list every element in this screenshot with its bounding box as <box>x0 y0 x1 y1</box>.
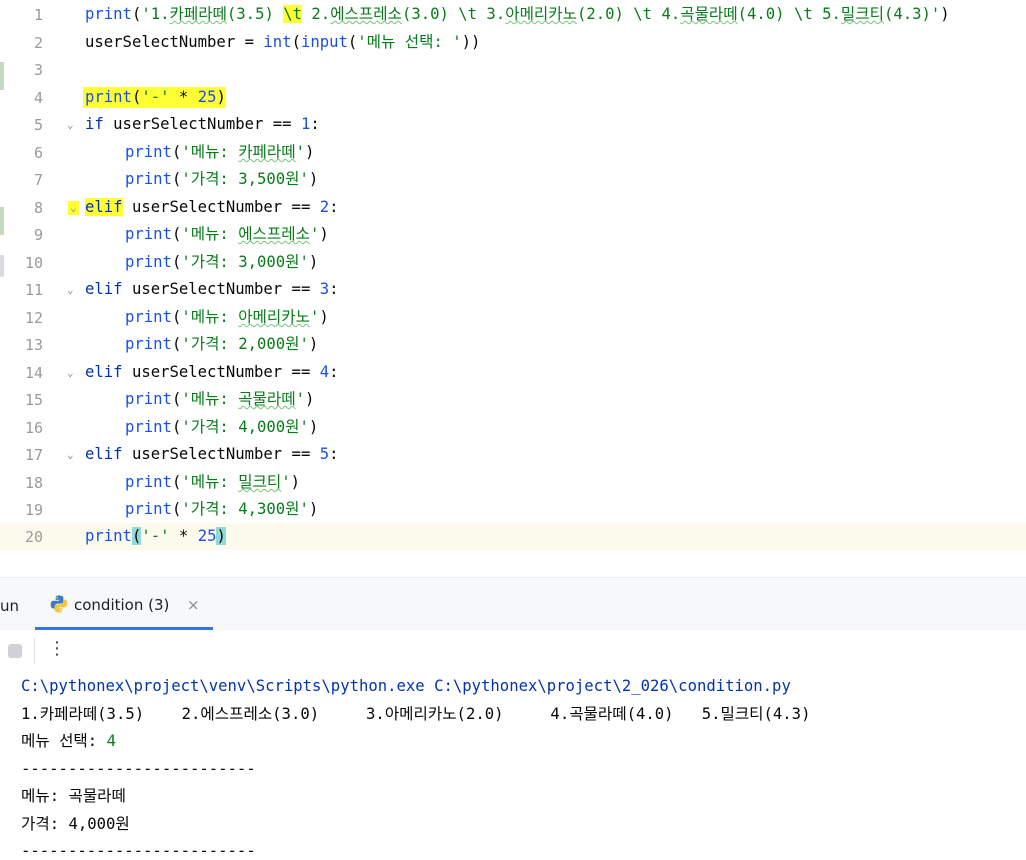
stop-icon[interactable] <box>8 644 22 658</box>
line-number: 2 <box>33 34 43 52</box>
console-output-line: ------------------------- <box>21 760 256 778</box>
console-prompt: 메뉴 선택: <box>21 732 107 750</box>
code-text[interactable]: print('-' * 25) <box>83 87 226 108</box>
line-number: 1 <box>33 6 43 24</box>
line-number: 11 <box>24 281 43 299</box>
code-text[interactable]: elif userSelectNumber == 5: <box>85 444 339 465</box>
code-line[interactable]: 8 ⌄ elif userSelectNumber == 2: <box>0 194 1026 221</box>
code-line[interactable]: 2 userSelectNumber = int(input('메뉴 선택: '… <box>0 29 1026 56</box>
line-number: 12 <box>24 309 43 327</box>
line-number: 20 <box>24 528 43 546</box>
line-number: 6 <box>33 144 43 162</box>
code-text[interactable]: print('메뉴: 곡물라떼') <box>125 389 314 410</box>
code-line[interactable]: 7 print('가격: 3,500원') <box>0 166 1026 193</box>
close-icon[interactable]: × <box>187 596 200 614</box>
console-user-input: 4 <box>106 732 116 750</box>
code-line[interactable]: 3 <box>0 56 1026 83</box>
code-line[interactable]: 13 print('가격: 2,000원') <box>0 331 1026 358</box>
code-text[interactable]: print('가격: 3,500원') <box>125 169 318 190</box>
line-number: 16 <box>24 419 43 437</box>
code-text[interactable]: print('1.카페라떼(3.5) \t 2.에스프레소(3.0) \t 3.… <box>85 4 950 25</box>
code-text[interactable]: print('메뉴: 에스프레소') <box>125 224 329 245</box>
code-line[interactable]: 16 print('가격: 4,000원') <box>0 414 1026 441</box>
code-text[interactable]: if userSelectNumber == 1: <box>85 114 320 135</box>
code-line[interactable]: 12 print('메뉴: 아메리카노') <box>0 304 1026 331</box>
code-text[interactable]: elif userSelectNumber == 4: <box>85 362 339 383</box>
fold-chevron-icon[interactable]: ⌄ <box>67 283 74 297</box>
tab-label: condition (3) <box>74 596 170 614</box>
console-command-line: C:\pythonex\project\venv\Scripts\python.… <box>21 677 791 695</box>
console-output-line: 메뉴: 곡물라떼 <box>21 787 126 805</box>
line-number: 10 <box>24 254 43 272</box>
run-toolbar: ⋮ <box>0 630 1026 671</box>
console-output-line: 1.카페라떼(3.5) 2.에스프레소(3.0) 3.아메리카노(2.0) 4.… <box>21 705 811 723</box>
code-line[interactable]: 6 print('메뉴: 카페라떼') <box>0 139 1026 166</box>
line-number: 19 <box>24 501 43 519</box>
code-text[interactable]: print('가격: 2,000원') <box>125 334 318 355</box>
run-tool-window-title[interactable]: un <box>0 597 19 615</box>
code-line[interactable]: 9 print('메뉴: 에스프레소') <box>0 221 1026 248</box>
fold-chevron-icon[interactable]: ⌄ <box>67 118 74 132</box>
code-line[interactable]: 10 print('가격: 3,000원') <box>0 249 1026 276</box>
code-text[interactable]: elif userSelectNumber == 2: <box>85 197 339 218</box>
code-line[interactable]: 15 print('메뉴: 곡물라떼') <box>0 386 1026 413</box>
code-editor[interactable]: 1 print('1.카페라떼(3.5) \t 2.에스프레소(3.0) \t … <box>0 0 1026 577</box>
console-output-line: ------------------------- <box>21 842 256 860</box>
line-number: 15 <box>24 391 43 409</box>
code-text[interactable]: userSelectNumber = int(input('메뉴 선택: ')) <box>85 32 480 53</box>
code-text[interactable]: print('메뉴: 카페라떼') <box>125 142 314 163</box>
line-number: 13 <box>24 336 43 354</box>
code-line[interactable]: 14 ⌄ elif userSelectNumber == 4: <box>0 359 1026 386</box>
run-console-output[interactable]: C:\pythonex\project\venv\Scripts\python.… <box>0 671 1026 860</box>
console-output-line: 가격: 4,000원 <box>21 815 130 833</box>
code-line[interactable]: 18 print('메뉴: 밀크티') <box>0 469 1026 496</box>
run-tool-window-header: un condition (3) × <box>0 577 1026 630</box>
line-number: 8 <box>33 199 43 217</box>
line-number: 14 <box>24 364 43 382</box>
code-text[interactable]: print('가격: 4,300원') <box>125 499 318 520</box>
code-line[interactable]: 11 ⌄ elif userSelectNumber == 3: <box>0 276 1026 303</box>
console-input-line: 메뉴 선택: 4 <box>21 731 116 752</box>
code-text[interactable]: print('메뉴: 밀크티') <box>125 472 300 493</box>
code-line[interactable]: 1 print('1.카페라떼(3.5) \t 2.에스프레소(3.0) \t … <box>0 1 1026 28</box>
line-number: 18 <box>24 474 43 492</box>
code-line[interactable]: 17 ⌄ elif userSelectNumber == 5: <box>0 441 1026 468</box>
tab-run-condition[interactable]: condition (3) × <box>35 578 213 630</box>
code-text[interactable]: print('메뉴: 아메리카노') <box>125 307 329 328</box>
line-number: 9 <box>33 226 43 244</box>
toolbar-divider <box>34 638 35 664</box>
code-text[interactable]: print('-' * 25) <box>85 526 226 547</box>
python-icon <box>50 595 68 613</box>
fold-chevron-icon[interactable]: ⌄ <box>67 366 74 380</box>
fold-chevron-icon[interactable]: ⌄ <box>68 201 79 215</box>
code-line[interactable]: 4 print('-' * 25) <box>0 84 1026 111</box>
code-line[interactable]: 5 ⌄ if userSelectNumber == 1: <box>0 111 1026 138</box>
code-text[interactable]: print('가격: 3,000원') <box>125 252 318 273</box>
line-number: 7 <box>33 171 43 189</box>
code-text[interactable]: elif userSelectNumber == 3: <box>85 279 339 300</box>
line-number: 3 <box>33 61 43 79</box>
more-options-icon[interactable]: ⋮ <box>48 638 66 659</box>
code-line[interactable]: 19 print('가격: 4,300원') <box>0 496 1026 523</box>
code-line-current[interactable]: 20 print('-' * 25) <box>0 523 1026 550</box>
code-text[interactable]: print('가격: 4,000원') <box>125 417 318 438</box>
line-number: 4 <box>33 89 43 107</box>
line-number: 5 <box>33 116 43 134</box>
fold-chevron-icon[interactable]: ⌄ <box>67 448 74 462</box>
line-number: 17 <box>24 446 43 464</box>
